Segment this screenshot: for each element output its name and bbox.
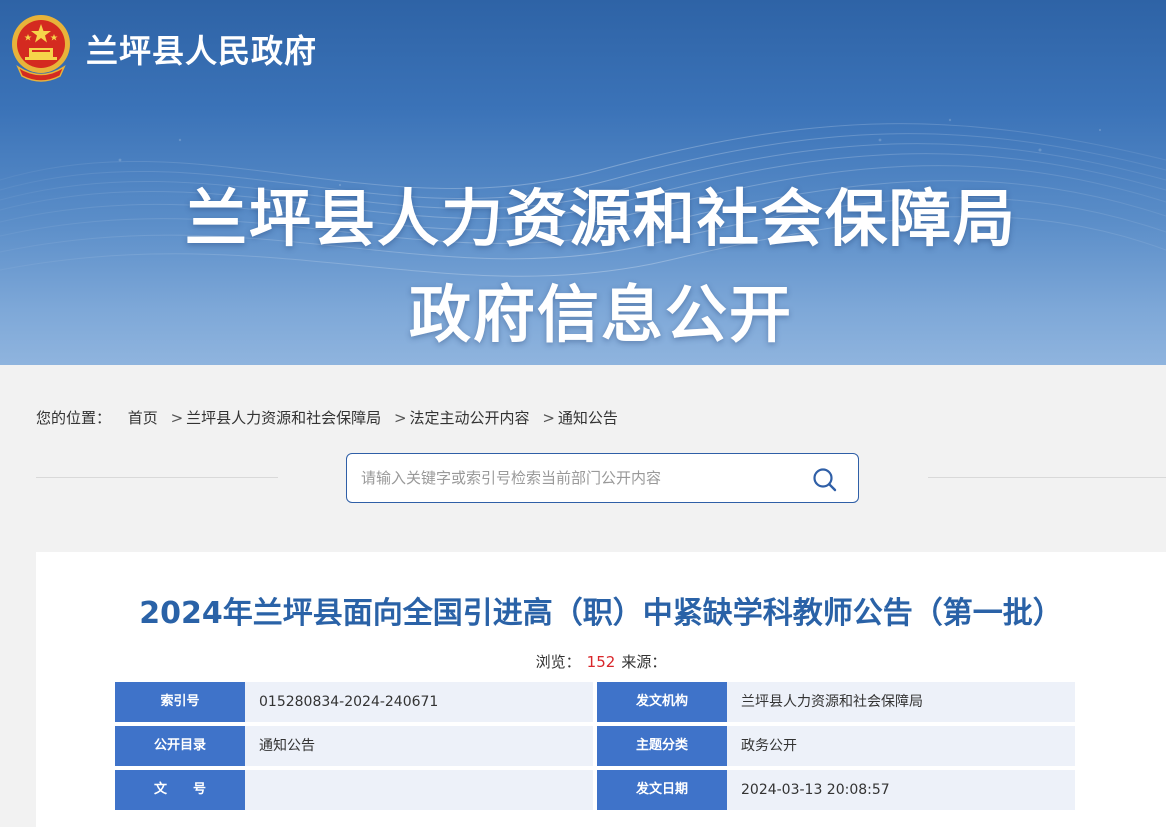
breadcrumb-separator: > [170, 409, 184, 427]
source-label: 来源： [621, 653, 667, 671]
article-card: 2024年兰坪县面向全国引进高（职）中紧缺学科教师公告（第一批） 浏览： 152 来… [36, 552, 1166, 827]
catalog-label: 公开目录 [115, 726, 251, 766]
article-title: 2024年兰坪县面向全国引进高（职）中紧缺学科教师公告（第一批） [139, 596, 1063, 631]
breadcrumb-item-notices[interactable]: 通知公告 [558, 409, 618, 427]
breadcrumb: 您的位置： 首页 > 兰坪县人力资源和社会保障局 > 法定主动公开内容 > 通知公告 [36, 407, 620, 428]
breadcrumb-item-home[interactable]: 首页 [128, 409, 158, 427]
article-meta: 浏览： 152 来源： [36, 651, 1166, 672]
date-label: 发文日期 [597, 770, 733, 810]
search-icon[interactable] [811, 466, 839, 494]
search-input[interactable] [361, 466, 801, 490]
breadcrumb-separator: > [542, 409, 555, 427]
date-value: 2024-03-13 20:08:57 [727, 770, 1075, 810]
divider-right [928, 477, 1166, 478]
info-row: 公开目录 通知公告 主题分类 政务公开 [115, 726, 1075, 766]
doc-no-value [245, 770, 593, 810]
topic-label: 主题分类 [597, 726, 733, 766]
catalog-value: 通知公告 [245, 726, 593, 766]
banner-title-subtitle: 政府信息公开 [408, 278, 793, 351]
info-row: 索引号 015280834-2024-240671 发文机构 兰坪县人力资源和社… [115, 682, 1075, 722]
breadcrumb-separator: > [393, 409, 407, 427]
breadcrumb-label: 您的位置： [36, 409, 112, 427]
index-no-value: 015280834-2024-240671 [245, 682, 593, 722]
national-emblem-icon [12, 15, 70, 82]
breadcrumb-item-department[interactable]: 兰坪县人力资源和社会保障局 [186, 409, 381, 427]
banner-title-department: 兰坪县人力资源和社会保障局 [184, 182, 1017, 255]
header-banner: 兰坪县人民政府 兰坪县人力资源和社会保障局 政府信息公开 [0, 0, 1166, 365]
issuer-value: 兰坪县人力资源和社会保障局 [727, 682, 1075, 722]
doc-no-label: 文 号 [115, 770, 251, 810]
divider-left [36, 477, 278, 478]
views-label: 浏览： [535, 653, 581, 671]
views-count: 152 [586, 653, 616, 671]
topic-value: 政务公开 [727, 726, 1075, 766]
info-row: 文 号 发文日期 2024-03-13 20:08:57 [115, 770, 1075, 810]
issuer-label: 发文机构 [597, 682, 733, 722]
breadcrumb-item-legal-content[interactable]: 法定主动公开内容 [410, 409, 530, 427]
index-no-label: 索引号 [115, 682, 251, 722]
gov-name[interactable]: 兰坪县人民政府 [86, 26, 317, 72]
search-box [346, 453, 859, 503]
